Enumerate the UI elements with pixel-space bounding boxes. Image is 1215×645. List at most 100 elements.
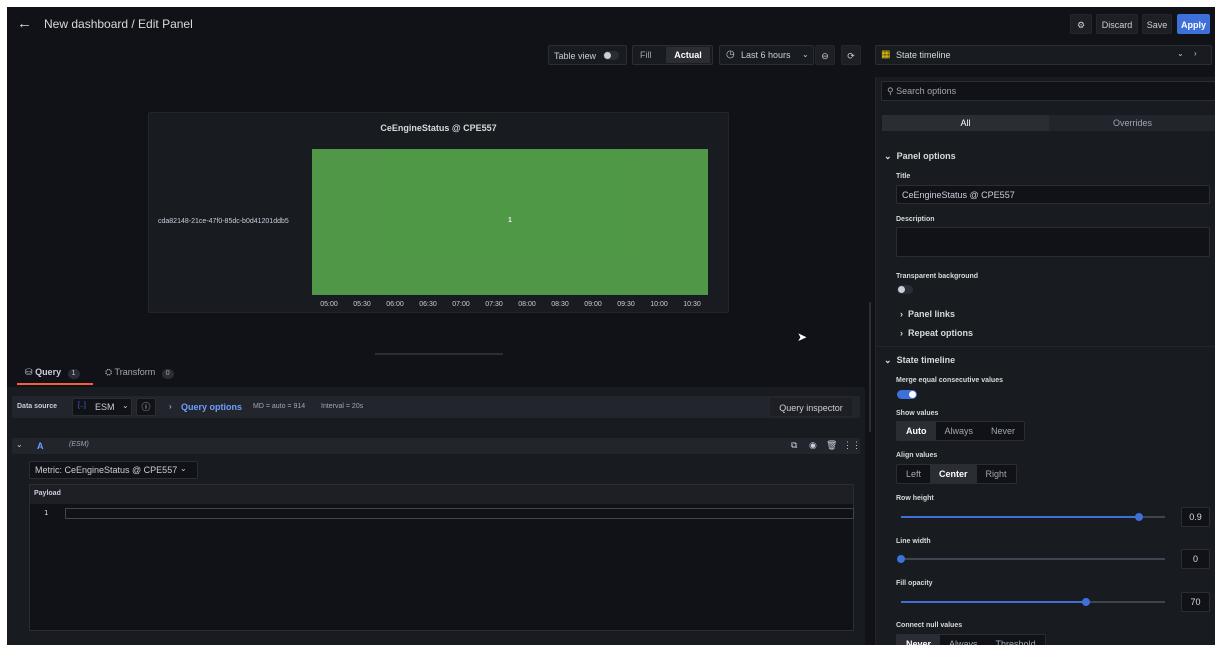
line-width-value[interactable]: 0 xyxy=(1181,549,1210,569)
esm-icon: [..] xyxy=(78,402,86,409)
slider-fill xyxy=(901,601,1086,603)
chevron-down-icon: ⌄ xyxy=(1177,49,1184,58)
title-input[interactable]: CeEngineStatus @ CPE557 xyxy=(896,185,1210,204)
fill-opacity-slider[interactable] xyxy=(901,598,1165,606)
show-values-auto[interactable]: Auto xyxy=(897,422,936,440)
mouse-pointer-icon: ➤ xyxy=(797,330,808,344)
options-pane: ⚲ Search options All Overrides ⌄ Panel o… xyxy=(875,77,1215,645)
refresh-button[interactable]: ⟳ xyxy=(841,45,861,65)
row-height-label: Row height xyxy=(896,495,934,502)
align-center[interactable]: Center xyxy=(930,465,977,483)
connect-null-threshold[interactable]: Threshold xyxy=(987,635,1045,645)
datasource-help-button[interactable]: ⓘ xyxy=(136,398,156,416)
clock-icon: ◷ xyxy=(726,49,735,60)
metric-select[interactable]: Metric: CeEngineStatus @ CPE557 ⌄ xyxy=(29,461,198,479)
payload-code-input[interactable] xyxy=(65,508,854,519)
drag-handle-icon[interactable]: ⋮⋮ xyxy=(843,440,861,451)
description-input[interactable] xyxy=(896,227,1210,257)
chevron-down-icon: ⌄ xyxy=(884,151,892,161)
title-label: Title xyxy=(896,173,911,180)
refresh-icon: ⟳ xyxy=(847,51,855,61)
panel-links-header[interactable]: › Panel links xyxy=(900,309,955,319)
zoom-out-icon: ⊖ xyxy=(821,51,829,61)
transparent-label: Transparent background xyxy=(896,273,979,280)
fill-opacity-value[interactable]: 70 xyxy=(1181,592,1210,612)
apply-button[interactable]: Apply xyxy=(1177,14,1210,34)
state-timeline-icon: ▦ xyxy=(881,49,891,60)
fill-option[interactable]: Fill xyxy=(640,46,652,64)
vertical-splitter[interactable] xyxy=(869,302,871,432)
database-icon: ⛁ xyxy=(25,367,33,377)
tab-query[interactable]: ⛁ Query 1 xyxy=(25,367,80,379)
align-values-label: Align values xyxy=(896,452,938,459)
show-values-group: Auto Always Never xyxy=(896,421,1026,441)
datasource-row: Data source [..] ESM ⌄ ⓘ › Query options… xyxy=(12,396,860,418)
discard-button[interactable]: Discard xyxy=(1096,14,1138,34)
top-bar: ← New dashboard / Edit Panel ⚙ Discard S… xyxy=(7,7,1215,41)
time-range-picker[interactable]: ◷ Last 6 hours ⌄ xyxy=(719,45,814,65)
payload-label: Payload xyxy=(30,485,853,504)
page-title: New dashboard / Edit Panel xyxy=(44,17,193,31)
panel-splitter[interactable] xyxy=(375,353,503,355)
time-range-label: Last 6 hours xyxy=(741,50,791,60)
chevron-down-icon: ⌄ xyxy=(884,355,892,365)
search-options-input[interactable]: ⚲ Search options xyxy=(881,81,1215,101)
toggle-knob xyxy=(604,52,611,59)
gear-icon: ⚙ xyxy=(1076,20,1086,30)
actual-option[interactable]: Actual xyxy=(666,47,710,63)
chevron-right-icon: › xyxy=(169,402,172,411)
duplicate-query-icon[interactable]: ⧉ xyxy=(791,440,797,451)
row-height-value[interactable]: 0.9 xyxy=(1181,507,1210,527)
align-values-group: Left Center Right xyxy=(896,464,1017,484)
slider-knob[interactable] xyxy=(897,555,905,563)
state-timeline-header[interactable]: ⌄ State timeline xyxy=(884,355,955,366)
settings-gear-button[interactable]: ⚙ xyxy=(1070,14,1092,34)
toggle-visibility-icon[interactable]: ◉ xyxy=(809,440,817,451)
collapse-chevron-icon[interactable]: ⌄ xyxy=(16,440,23,449)
time-axis-tick: 07:30 xyxy=(485,301,503,308)
chevron-right-icon: › xyxy=(900,309,903,319)
show-values-always[interactable]: Always xyxy=(936,422,983,440)
datasource-select[interactable]: [..] ESM ⌄ xyxy=(72,398,132,416)
chevron-right-icon[interactable]: › xyxy=(1194,49,1197,58)
tab-transform[interactable]: ⛭ Transform 0 xyxy=(105,367,174,379)
zoom-out-button[interactable]: ⊖ xyxy=(815,45,835,65)
query-row-header[interactable]: ⌄ A (ESM) ⧉ ◉ 🗑 ⋮⋮ xyxy=(12,438,861,454)
align-left[interactable]: Left xyxy=(897,465,930,483)
payload-editor: Payload 1 xyxy=(29,484,854,631)
slider-knob[interactable] xyxy=(1081,598,1090,606)
query-options-link[interactable]: Query options xyxy=(181,402,242,412)
repeat-options-header[interactable]: › Repeat options xyxy=(900,328,973,338)
tab-overrides[interactable]: Overrides xyxy=(1049,115,1215,131)
visualization-picker[interactable]: ▦ State timeline ⌄ › xyxy=(875,45,1212,65)
toggle-knob xyxy=(909,391,916,398)
delete-query-icon[interactable]: 🗑 xyxy=(826,440,837,451)
edit-panel-app: ← New dashboard / Edit Panel ⚙ Discard S… xyxy=(7,7,1215,645)
interval-info: Interval = 20s xyxy=(321,403,364,410)
table-view-toggle-group[interactable]: Table view xyxy=(548,45,627,65)
transform-icon: ⛭ xyxy=(105,367,113,377)
slider-knob[interactable] xyxy=(1134,513,1143,521)
row-height-slider[interactable] xyxy=(901,513,1165,521)
save-button[interactable]: Save xyxy=(1142,14,1172,34)
panel-options-header[interactable]: ⌄ Panel options xyxy=(884,151,956,162)
timeline-row-label: cda82148-21ce-47f0-85dc-b0d41201ddb5 xyxy=(158,218,289,225)
query-inspector-button[interactable]: Query inspector xyxy=(769,397,853,417)
line-width-slider[interactable] xyxy=(897,555,1165,563)
state-bar: 1 xyxy=(312,149,708,295)
connect-null-always[interactable]: Always xyxy=(940,635,987,645)
merge-toggle[interactable] xyxy=(897,390,917,399)
transparent-toggle[interactable] xyxy=(897,285,913,294)
query-ref-id[interactable]: A xyxy=(37,441,44,451)
table-view-toggle[interactable] xyxy=(603,51,619,60)
time-axis-tick: 09:00 xyxy=(584,301,602,308)
align-right[interactable]: Right xyxy=(977,465,1016,483)
tab-all[interactable]: All xyxy=(882,115,1049,131)
connect-null-never[interactable]: Never xyxy=(897,635,941,645)
show-values-never[interactable]: Never xyxy=(982,422,1024,440)
back-arrow-icon[interactable]: ← xyxy=(17,15,32,32)
panel-preview: CeEngineStatus @ CPE557 cda82148-21ce-47… xyxy=(148,112,729,313)
chevron-down-icon: ⌄ xyxy=(802,50,809,59)
max-datapoints-info: MD = auto = 914 xyxy=(253,403,306,410)
line-width-label: Line width xyxy=(896,538,931,545)
